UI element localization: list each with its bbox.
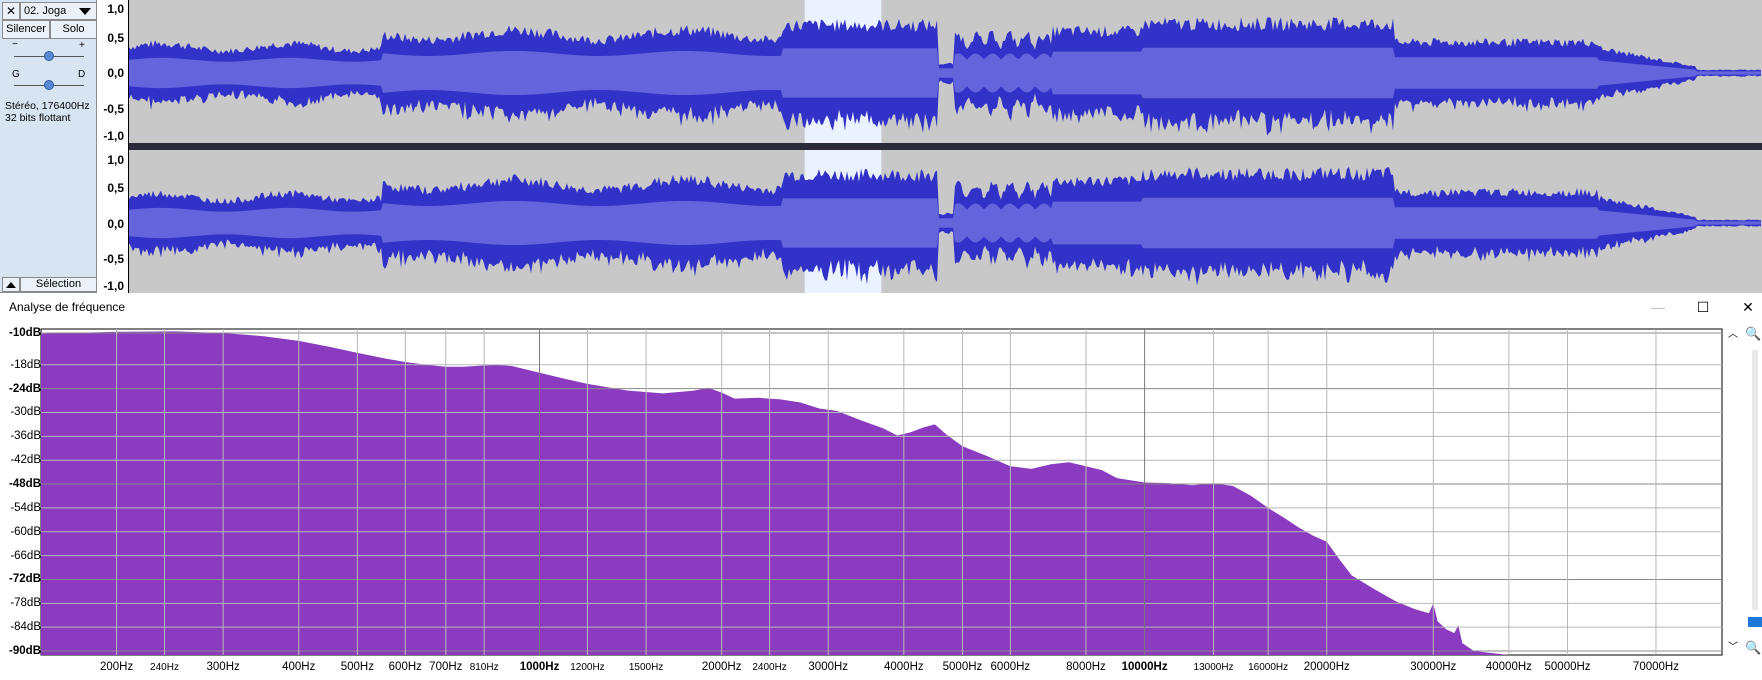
vertical-scroll-thumb[interactable] xyxy=(1748,617,1762,627)
solo-button[interactable]: Solo xyxy=(50,20,97,39)
ruler-label-bottom: 0,0 xyxy=(107,217,124,231)
db-tick-label: -18dB xyxy=(10,358,41,371)
ruler-label-bottom: 1,0 xyxy=(107,153,124,167)
hz-tick-label: 20000Hz xyxy=(1303,661,1350,673)
gain-minus-label: − xyxy=(12,39,18,50)
scroll-up-button[interactable]: ︿ xyxy=(1726,329,1740,341)
select-track-button[interactable]: Sélection xyxy=(20,277,97,292)
hz-tick-label: 500Hz xyxy=(340,661,374,673)
hz-tick-label: 16000Hz xyxy=(1248,662,1289,673)
hz-tick-label: 1200Hz xyxy=(570,662,605,673)
hz-tick-label: 1000Hz xyxy=(519,661,560,673)
hz-tick-label: 1500Hz xyxy=(628,662,664,673)
track-name-label: 02. Joga xyxy=(24,5,67,17)
ruler-label-top: 1,0 xyxy=(107,2,124,16)
frequency-plot-area xyxy=(0,321,1762,680)
pan-slider-thumb[interactable] xyxy=(44,80,54,90)
close-window-button[interactable]: ✕ xyxy=(1735,298,1761,316)
ruler-label-top: 0,5 xyxy=(107,31,124,45)
hz-tick-label: 6000Hz xyxy=(990,661,1031,673)
gain-slider-thumb[interactable] xyxy=(44,51,54,61)
hz-tick-label: 2000Hz xyxy=(701,661,742,673)
hz-tick-label: 70000Hz xyxy=(1632,661,1679,673)
db-tick-label: -30dB xyxy=(10,406,41,419)
hz-tick-label: 810Hz xyxy=(469,662,499,673)
track-close-button[interactable]: ✕ xyxy=(2,2,20,20)
ruler-label-bottom: -1,0 xyxy=(103,279,124,293)
ruler-label-bottom: 0,5 xyxy=(107,181,124,195)
maximize-button[interactable]: ☐ xyxy=(1690,298,1716,316)
hz-tick-label: 30000Hz xyxy=(1410,661,1457,673)
waveform-canvas[interactable] xyxy=(129,0,1762,293)
zoom-in-icon[interactable]: 🔍 xyxy=(1745,326,1761,342)
ruler-label-bottom: -0,5 xyxy=(103,252,124,266)
hz-tick-label: 5000Hz xyxy=(942,661,983,673)
minimize-button[interactable]: — xyxy=(1645,298,1671,316)
db-tick-label: -24dB xyxy=(9,382,41,395)
hz-tick-label: 3000Hz xyxy=(808,661,849,673)
dropdown-arrow-icon xyxy=(79,8,91,15)
db-tick-label: -66dB xyxy=(10,549,41,562)
hz-tick-label: 2400Hz xyxy=(752,662,787,673)
db-tick-label: -78dB xyxy=(10,597,41,610)
window-title: Analyse de fréquence xyxy=(9,300,126,314)
db-tick-label: -54dB xyxy=(10,501,41,514)
track-format-info: Stéréo, 176400Hz xyxy=(5,100,90,112)
hz-tick-label: 40000Hz xyxy=(1485,661,1532,673)
track-bitdepth-info: 32 bits flottant xyxy=(5,112,71,124)
db-tick-label: -72dB xyxy=(9,573,41,586)
audacity-window: ✕ 02. Joga Silencer Solo − + G D Stéréo,… xyxy=(0,0,1762,680)
track-name-menu[interactable]: 02. Joga xyxy=(20,2,97,20)
pan-right-label: D xyxy=(78,69,86,80)
db-tick-label: -10dB xyxy=(9,326,41,339)
waveform-area[interactable] xyxy=(129,0,1762,293)
hz-tick-label: 700Hz xyxy=(429,661,463,673)
zoom-out-icon[interactable]: 🔍 xyxy=(1745,640,1761,656)
vertical-scroll-track[interactable] xyxy=(1752,350,1758,610)
hz-tick-label: 400Hz xyxy=(282,661,316,673)
hz-tick-label: 4000Hz xyxy=(883,661,924,673)
track-control-panel: ✕ 02. Joga Silencer Solo − + G D Stéréo,… xyxy=(0,0,97,293)
hz-tick-label: 10000Hz xyxy=(1121,661,1168,673)
track-area: ✕ 02. Joga Silencer Solo − + G D Stéréo,… xyxy=(0,0,1762,293)
channel-separator xyxy=(129,143,1762,150)
db-tick-label: -36dB xyxy=(10,430,41,443)
db-tick-label: -90dB xyxy=(9,645,41,658)
db-tick-label: -48dB xyxy=(9,478,41,491)
ruler-label-top: -1,0 xyxy=(103,129,124,143)
gain-plus-label: + xyxy=(79,40,85,51)
db-tick-label: -42dB xyxy=(10,454,41,467)
pan-left-label: G xyxy=(12,69,20,80)
hz-tick-label: 13000Hz xyxy=(1193,662,1234,673)
hz-tick-label: 600Hz xyxy=(388,661,422,673)
scroll-down-button[interactable]: ﹀ xyxy=(1726,642,1740,654)
amplitude-ruler: 1,0 0,5 0,0 -0,5 -1,0 1,0 0,5 0,0 -0,5 -… xyxy=(97,0,129,293)
ruler-label-top: 0,0 xyxy=(107,66,124,80)
frequency-analysis-titlebar: Analyse de fréquence xyxy=(0,293,1762,321)
ruler-label-top: -0,5 xyxy=(103,102,124,116)
mute-button[interactable]: Silencer xyxy=(2,20,50,39)
hz-tick-label: 8000Hz xyxy=(1066,661,1106,673)
hz-tick-label: 200Hz xyxy=(99,661,134,673)
collapse-track-button[interactable] xyxy=(2,277,20,292)
db-tick-label: -60dB xyxy=(10,525,41,538)
db-tick-label: -84dB xyxy=(10,621,41,634)
hz-tick-label: 300Hz xyxy=(206,661,240,673)
hz-tick-label: 50000Hz xyxy=(1544,661,1591,673)
collapse-up-icon xyxy=(6,282,16,288)
hz-tick-label: 240Hz xyxy=(150,662,179,673)
